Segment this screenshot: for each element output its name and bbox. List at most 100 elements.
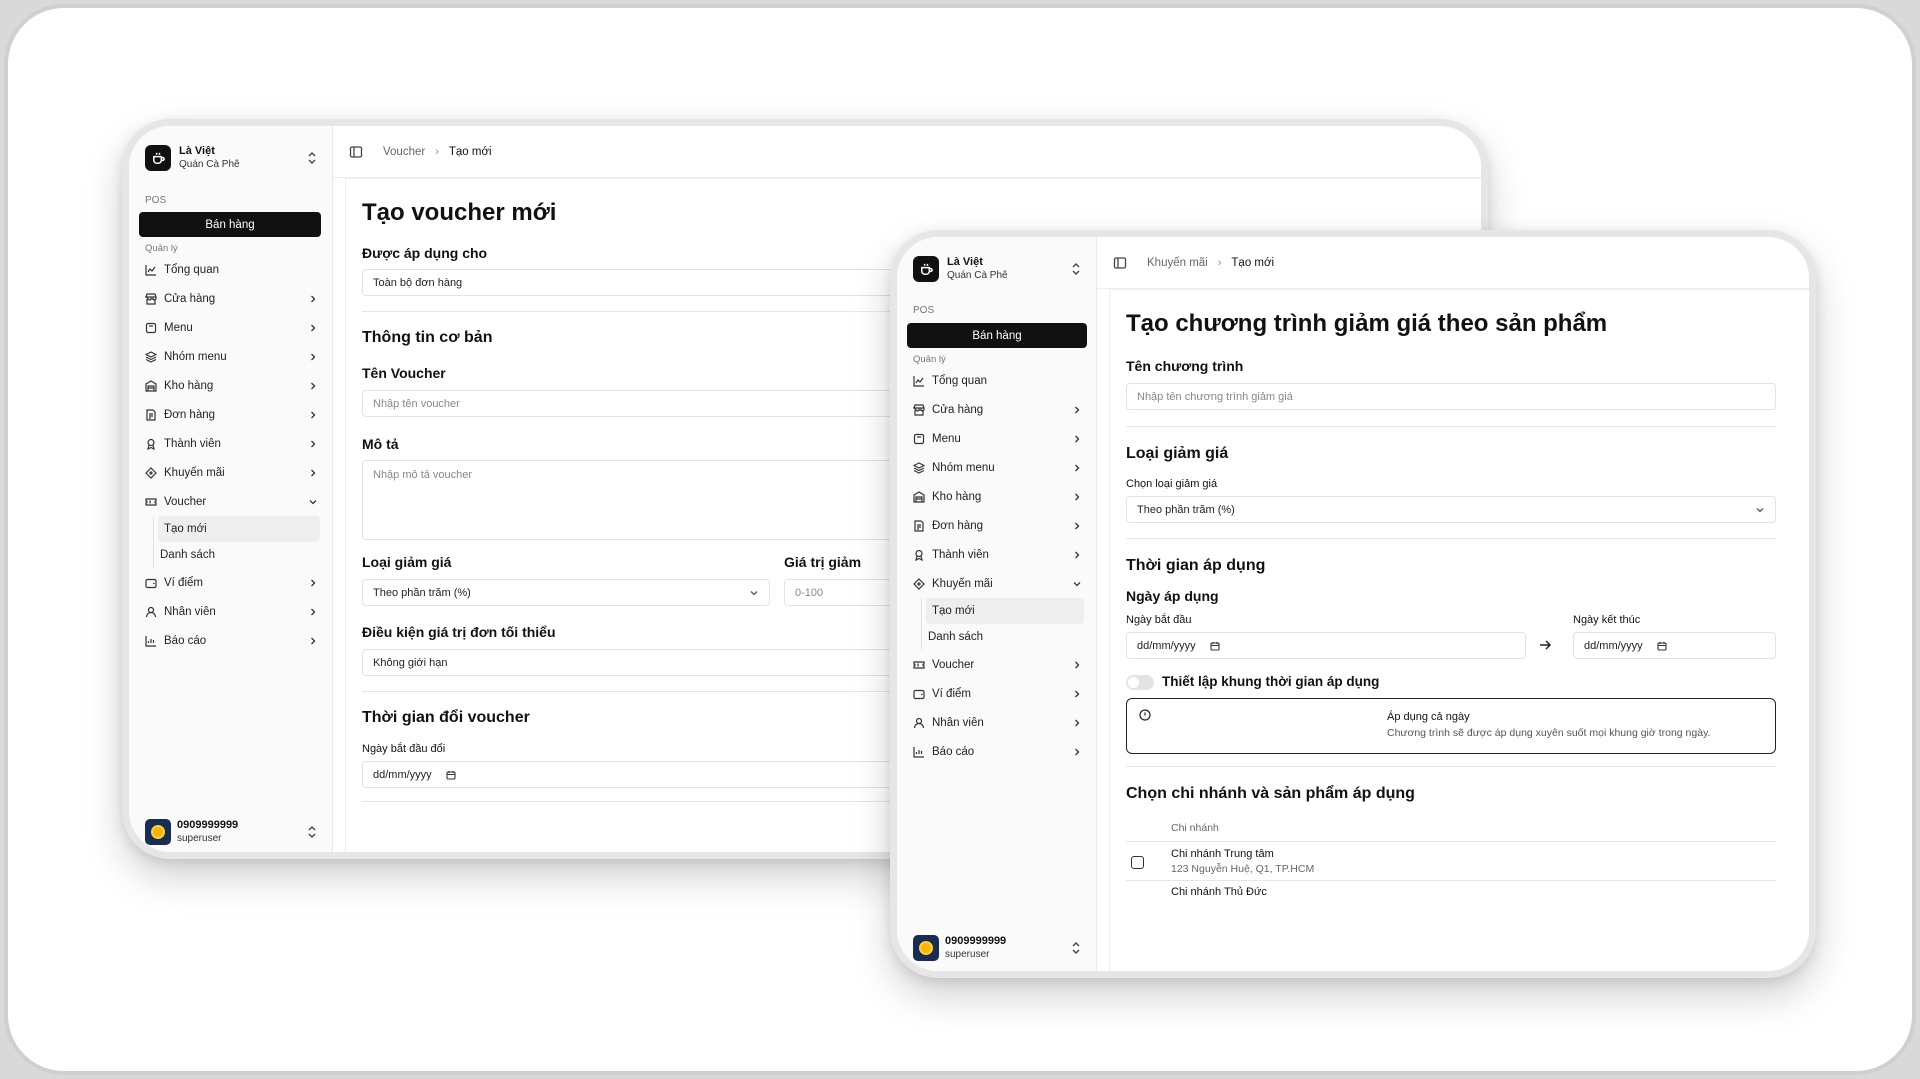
program-name-label: Tên chương trình — [1126, 358, 1244, 374]
section-discount-type: Loại giảm giá — [1126, 445, 1229, 462]
sidebar-item-nhan-vien[interactable]: Nhân viên — [907, 708, 1086, 737]
sidebar-item-don-hang[interactable]: Đơn hàng — [139, 400, 322, 429]
all-day-info-box: Áp dụng cả ngày Chương trình sẽ được áp … — [1126, 698, 1776, 754]
apply-date-heading: Ngày áp dụng — [1126, 588, 1219, 604]
sidebar-subitem-tao-moi[interactable]: Tạo mới — [158, 516, 320, 542]
voucher-icon — [145, 497, 157, 506]
sidebar-subitem-danh-sach[interactable]: Danh sách — [154, 542, 322, 568]
user-role: superuser — [177, 833, 222, 844]
sidebar-item-thanh-vien[interactable]: Thành viên — [139, 429, 322, 458]
sales-button[interactable]: Bán hàng — [907, 323, 1087, 348]
chevron-right-icon — [311, 295, 316, 302]
sidebar-item-label: Cửa hàng — [164, 292, 216, 305]
timeframe-toggle[interactable] — [1126, 675, 1154, 690]
sidebar-toggle-icon[interactable] — [1113, 256, 1127, 270]
all-day-description: Chương trình sẽ được áp dụng xuyên suốt … — [1387, 727, 1711, 739]
user-menu[interactable]: 0909999999 superuser — [913, 932, 1082, 964]
sidebar-item-label: Nhóm menu — [164, 350, 227, 363]
chart-icon — [145, 264, 156, 276]
chevron-right-icon — [1075, 748, 1080, 755]
sidebar-item-label: Cửa hàng — [932, 403, 984, 416]
breadcrumb-current: Tạo mới — [448, 145, 492, 158]
sidebar-toggle-icon[interactable] — [349, 145, 363, 159]
sidebar-item-voucher[interactable]: Voucher — [139, 487, 322, 516]
sidebar-item-cua-hang[interactable]: Cửa hàng — [907, 395, 1086, 424]
discount-type-select[interactable]: Theo phần trăm (%) — [362, 579, 770, 606]
sidebar-item-don-hang[interactable]: Đơn hàng — [907, 511, 1086, 540]
discount-type-select[interactable]: Theo phần trăm (%) — [1126, 496, 1776, 523]
showcase-canvas: Là Việt Quán Cà Phê POS Bán hàng Quản lý… — [4, 4, 1916, 1075]
sidebar-item-vi-diem[interactable]: Ví điểm — [139, 568, 322, 597]
sidebar-item-bao-cao[interactable]: Báo cáo — [907, 737, 1086, 766]
sidebar-item-label: Nhân viên — [932, 716, 984, 729]
breadcrumb-voucher[interactable]: Voucher — [383, 146, 425, 158]
chevron-right-icon — [1075, 464, 1080, 471]
order-icon — [914, 519, 924, 532]
start-date-input[interactable]: dd/mm/yyyy — [1126, 632, 1526, 659]
sidebar-item-label: Menu — [164, 321, 193, 334]
branch-column-header: Chi nhánh — [1171, 822, 1219, 834]
sidebar-item-nhom-menu[interactable]: Nhóm menu — [907, 453, 1086, 482]
sidebar-item-vi-diem[interactable]: Ví điểm — [907, 679, 1086, 708]
calendar-icon[interactable] — [446, 770, 456, 780]
sidebar-item-label: Nhân viên — [164, 605, 216, 618]
brand-switcher[interactable]: Là Việt Quán Cà Phê — [145, 142, 318, 174]
chevron-right-icon — [311, 353, 316, 360]
sidebar-subitem-tao-moi[interactable]: Tạo mới — [926, 598, 1084, 624]
sidebar-item-nhom-menu[interactable]: Nhóm menu — [139, 342, 322, 371]
sidebar-item-label: Thành viên — [932, 548, 989, 561]
start-date-label: Ngày bắt đầu — [1126, 614, 1192, 626]
sidebar-item-menu[interactable]: Menu — [139, 313, 322, 342]
wallet-icon — [145, 578, 157, 588]
sidebar-item-khuyen-mai[interactable]: Khuyến mãi — [139, 458, 322, 487]
promotion-window: Là Việt Quán Cà Phê POS Bán hàng Quản lý… — [890, 230, 1816, 978]
sidebar-item-label: Ví điểm — [932, 687, 971, 700]
sidebar-item-cua-hang[interactable]: Cửa hàng — [139, 284, 322, 313]
sidebar-item-kho-hang[interactable]: Kho hàng — [139, 371, 322, 400]
branch-name: Chi nhánh Thủ Đức — [1171, 886, 1267, 898]
breadcrumb-khuyen-mai[interactable]: Khuyến mãi — [1147, 257, 1208, 269]
end-date-input[interactable]: dd/mm/yyyy — [1573, 632, 1776, 659]
timeframe-toggle-label: Thiết lập khung thời gian áp dụng — [1162, 674, 1380, 689]
sidebar-item-khuyen-mai[interactable]: Khuyến mãi — [907, 569, 1086, 598]
brand-switcher[interactable]: Là Việt Quán Cà Phê — [913, 253, 1082, 285]
sidebar-item-nhan-vien[interactable]: Nhân viên — [139, 597, 322, 626]
discount-value-label: Giá trị giảm — [784, 554, 862, 570]
program-name-input[interactable]: Nhập tên chương trình giảm giá — [1126, 383, 1776, 410]
sidebar-item-kho-hang[interactable]: Kho hàng — [907, 482, 1086, 511]
calendar-icon[interactable] — [1210, 641, 1220, 651]
sales-button[interactable]: Bán hàng — [139, 212, 321, 237]
description-label: Mô tả — [362, 436, 399, 452]
breadcrumb-current: Tạo mới — [1231, 256, 1275, 269]
chevron-right-icon — [1075, 690, 1080, 697]
sidebar-item-label: Voucher — [164, 495, 207, 508]
date-placeholder: dd/mm/yyyy — [1137, 639, 1196, 652]
user-icon — [913, 717, 925, 728]
chevron-down-icon — [309, 499, 317, 504]
sidebar-item-voucher[interactable]: Voucher — [907, 650, 1086, 679]
chevrons-up-down-icon — [308, 152, 316, 164]
avatar — [913, 935, 939, 961]
sidebar-item-tong-quan[interactable]: Tổng quan — [139, 255, 322, 284]
user-menu[interactable]: 0909999999 superuser — [145, 816, 318, 848]
sidebar-item-label: Menu — [932, 432, 961, 445]
calendar-icon[interactable] — [1657, 641, 1667, 651]
chevron-right-icon — [311, 440, 316, 447]
section-redeem-time: Thời gian đổi voucher — [362, 709, 530, 726]
end-date-label: Ngày kết thúc — [1573, 614, 1641, 626]
date-placeholder: dd/mm/yyyy — [1584, 639, 1643, 652]
sidebar-item-label: Báo cáo — [932, 745, 975, 758]
menu-icon — [145, 322, 157, 333]
sidebar-item-tong-quan[interactable]: Tổng quan — [907, 366, 1086, 395]
sidebar-item-thanh-vien[interactable]: Thành viên — [907, 540, 1086, 569]
warehouse-icon — [913, 490, 925, 503]
chart-icon — [913, 375, 924, 387]
all-day-title: Áp dụng cả ngày — [1387, 711, 1470, 723]
chevrons-up-down-icon — [1072, 942, 1080, 954]
sidebar-item-menu[interactable]: Menu — [907, 424, 1086, 453]
sidebar-item-bao-cao[interactable]: Báo cáo — [139, 626, 322, 655]
page-title: Tạo voucher mới — [362, 199, 557, 226]
branch-checkbox[interactable] — [1131, 856, 1144, 869]
sidebar: Là Việt Quán Cà Phê POS Bán hàng Quản lý… — [897, 237, 1097, 971]
sidebar-subitem-danh-sach[interactable]: Danh sách — [922, 624, 1086, 650]
